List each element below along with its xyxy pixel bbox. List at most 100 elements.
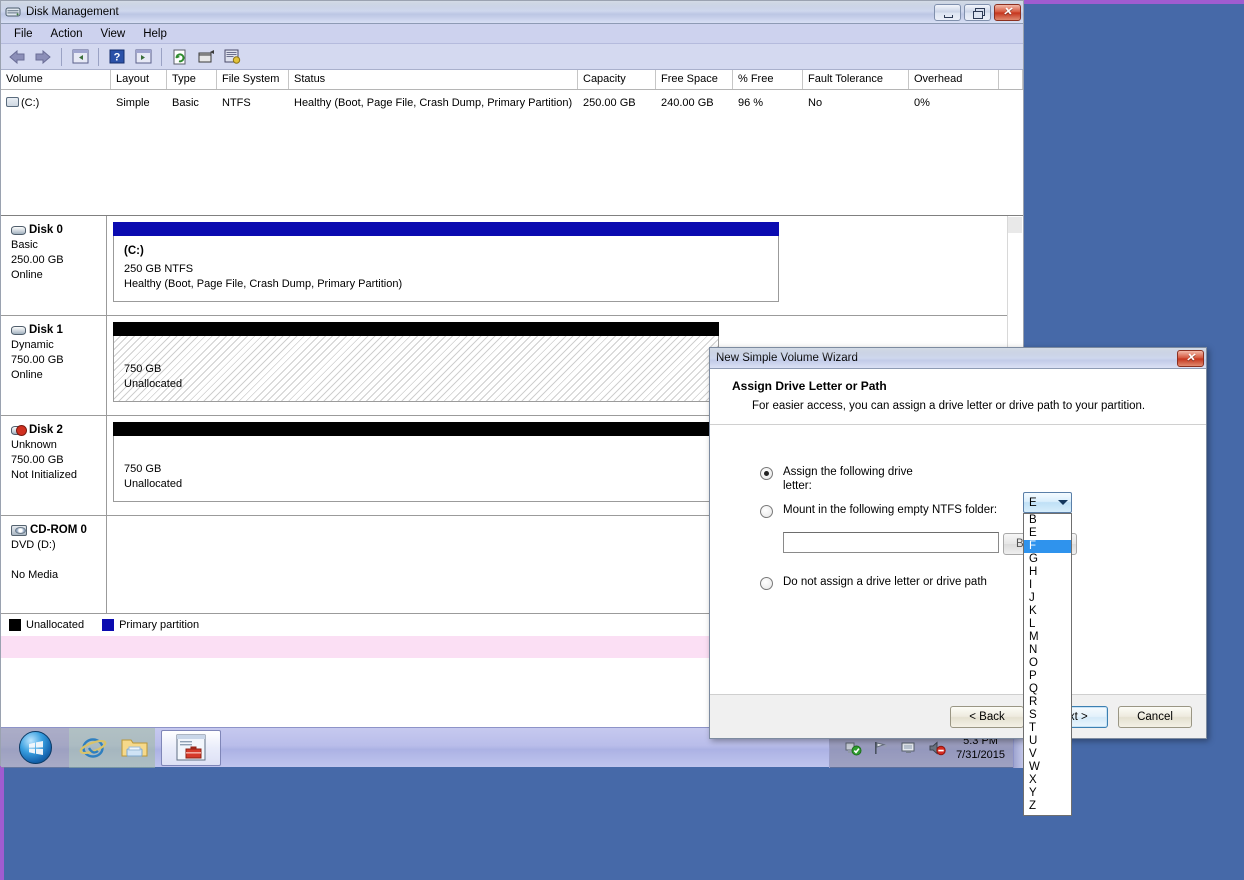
cell-volume: (C:) [1,97,111,109]
column-header-type[interactable]: Type [167,70,217,89]
menu-file[interactable]: File [5,26,42,42]
volume-list-pane: Volume Layout Type File System Status Ca… [1,70,1023,216]
windows-start-orb-icon [19,731,52,764]
disk-type-label: Unknown [11,438,100,453]
back-button[interactable]: < Back [950,706,1024,728]
menu-view[interactable]: View [92,26,135,42]
disk-management-task[interactable] [161,730,221,766]
minimize-button[interactable] [934,4,961,21]
drive-letter-combobox[interactable]: E [1023,492,1072,513]
cell-free-space: 240.00 GB [656,97,733,109]
label-no-letter: Do not assign a drive letter or drive pa… [783,575,987,589]
cell-status: Healthy (Boot, Page File, Crash Dump, Pr… [289,97,578,109]
drive-letter-option-v[interactable]: V [1024,748,1071,761]
drive-letter-option-m[interactable]: M [1024,631,1071,644]
cell-overhead: 0% [909,97,999,109]
display-icon[interactable] [900,740,918,756]
menu-help[interactable]: Help [134,26,176,42]
drive-letter-option-j[interactable]: J [1024,592,1071,605]
cancel-button[interactable]: Cancel [1118,706,1192,728]
forward-icon[interactable] [31,46,55,68]
drive-letter-option-u[interactable]: U [1024,735,1071,748]
partition-header-unallocated-2 [113,422,719,436]
toolbar-separator [61,48,62,66]
volume-drive-icon [6,97,19,107]
start-button[interactable] [1,728,69,768]
volume-muted-icon[interactable] [928,740,946,756]
windows-explorer-icon[interactable] [115,729,155,767]
refresh-icon[interactable] [168,46,192,68]
drive-letter-option-l[interactable]: L [1024,618,1071,631]
partition-status-c: Healthy (Boot, Page File, Crash Dump, Pr… [124,277,770,292]
drive-letter-option-r[interactable]: R [1024,696,1071,709]
drive-letter-option-h[interactable]: H [1024,566,1071,579]
show-hide-console-tree-icon[interactable] [68,46,92,68]
disk-title-disk-0: Disk 0 [11,224,100,236]
column-header-layout[interactable]: Layout [111,70,167,89]
radio-no-letter[interactable] [760,577,773,590]
partition-header-unallocated-1 [113,322,719,336]
drive-letter-option-i[interactable]: I [1024,579,1071,592]
drive-letter-option-b[interactable]: B [1024,514,1071,527]
drive-letter-option-p[interactable]: P [1024,670,1071,683]
rescan-disks-icon[interactable] [194,46,218,68]
restore-button[interactable] [964,4,991,21]
legend-label-unallocated: Unallocated [26,619,84,631]
properties-icon[interactable] [220,46,244,68]
cdrom-type-label: DVD (D:) [11,538,100,553]
drive-letter-option-y[interactable]: Y [1024,787,1071,800]
back-icon[interactable] [5,46,29,68]
network-icon[interactable] [872,740,890,756]
partition-header-c [113,222,779,236]
table-row[interactable]: (C:) Simple Basic NTFS Healthy (Boot, Pa… [1,93,1023,113]
disk-row-disk-0[interactable]: Disk 0 Basic 250.00 GB Online (C:) 250 G… [1,216,1023,316]
drive-letter-option-o[interactable]: O [1024,657,1071,670]
help-icon[interactable]: ? [105,46,129,68]
show-hide-action-pane-icon[interactable] [131,46,155,68]
cd-rom-icon [11,525,27,536]
drive-letter-option-e[interactable]: E [1024,527,1071,540]
cell-percent-free: 96 % [733,97,803,109]
menu-action[interactable]: Action [42,26,92,42]
radio-mount-folder[interactable] [760,505,773,518]
column-header-capacity[interactable]: Capacity [578,70,656,89]
column-header-percent-free[interactable]: % Free [733,70,803,89]
drive-letter-dropdown-list[interactable]: BEFGHIJKLMNOPQRSTUVWXYZ [1023,513,1072,816]
option-mount-folder[interactable]: Mount in the following empty NTFS folder… [760,503,1186,518]
action-center-icon[interactable] [844,740,862,756]
disk-size-label: 750.00 GB [11,353,100,368]
partition-block-c[interactable]: (C:) 250 GB NTFS Healthy (Boot, Page Fil… [113,236,779,302]
drive-letter-option-z[interactable]: Z [1024,800,1071,813]
drive-letter-option-n[interactable]: N [1024,644,1071,657]
partition-block-unallocated-2[interactable]: 750 GB Unallocated [113,436,719,502]
internet-explorer-icon[interactable] [73,729,113,767]
option-no-letter[interactable]: Do not assign a drive letter or drive pa… [760,575,1186,590]
column-header-volume[interactable]: Volume [1,70,111,89]
close-button[interactable]: ✕ [994,4,1021,21]
column-header-file-system[interactable]: File System [217,70,289,89]
chevron-down-icon[interactable] [1054,500,1071,505]
radio-assign-letter[interactable] [760,467,773,480]
column-header-free-space[interactable]: Free Space [656,70,733,89]
drive-letter-option-g[interactable]: G [1024,553,1071,566]
wizard-close-button[interactable]: ✕ [1177,350,1204,367]
cell-volume-text: (C:) [21,97,39,109]
partition-block-unallocated-1[interactable]: 750 GB Unallocated [113,336,719,402]
wizard-titlebar[interactable]: New Simple Volume Wizard ✕ [710,348,1206,369]
column-header-status[interactable]: Status [289,70,578,89]
drive-letter-option-w[interactable]: W [1024,761,1071,774]
window-titlebar[interactable]: Disk Management ✕ [1,1,1023,24]
drive-letter-option-q[interactable]: Q [1024,683,1071,696]
option-assign-letter[interactable]: Assign the following drive letter: [760,465,1186,493]
cell-layout: Simple [111,97,167,109]
drive-letter-option-x[interactable]: X [1024,774,1071,787]
drive-letter-option-f[interactable]: F [1024,540,1071,553]
scrollbar-thumb[interactable] [1008,217,1022,233]
column-header-fault-tolerance[interactable]: Fault Tolerance [803,70,909,89]
drive-letter-option-t[interactable]: T [1024,722,1071,735]
drive-letter-option-k[interactable]: K [1024,605,1071,618]
mount-path-input[interactable] [783,532,999,553]
window-title: Disk Management [26,6,934,18]
drive-letter-option-s[interactable]: S [1024,709,1071,722]
column-header-overhead[interactable]: Overhead [909,70,999,89]
